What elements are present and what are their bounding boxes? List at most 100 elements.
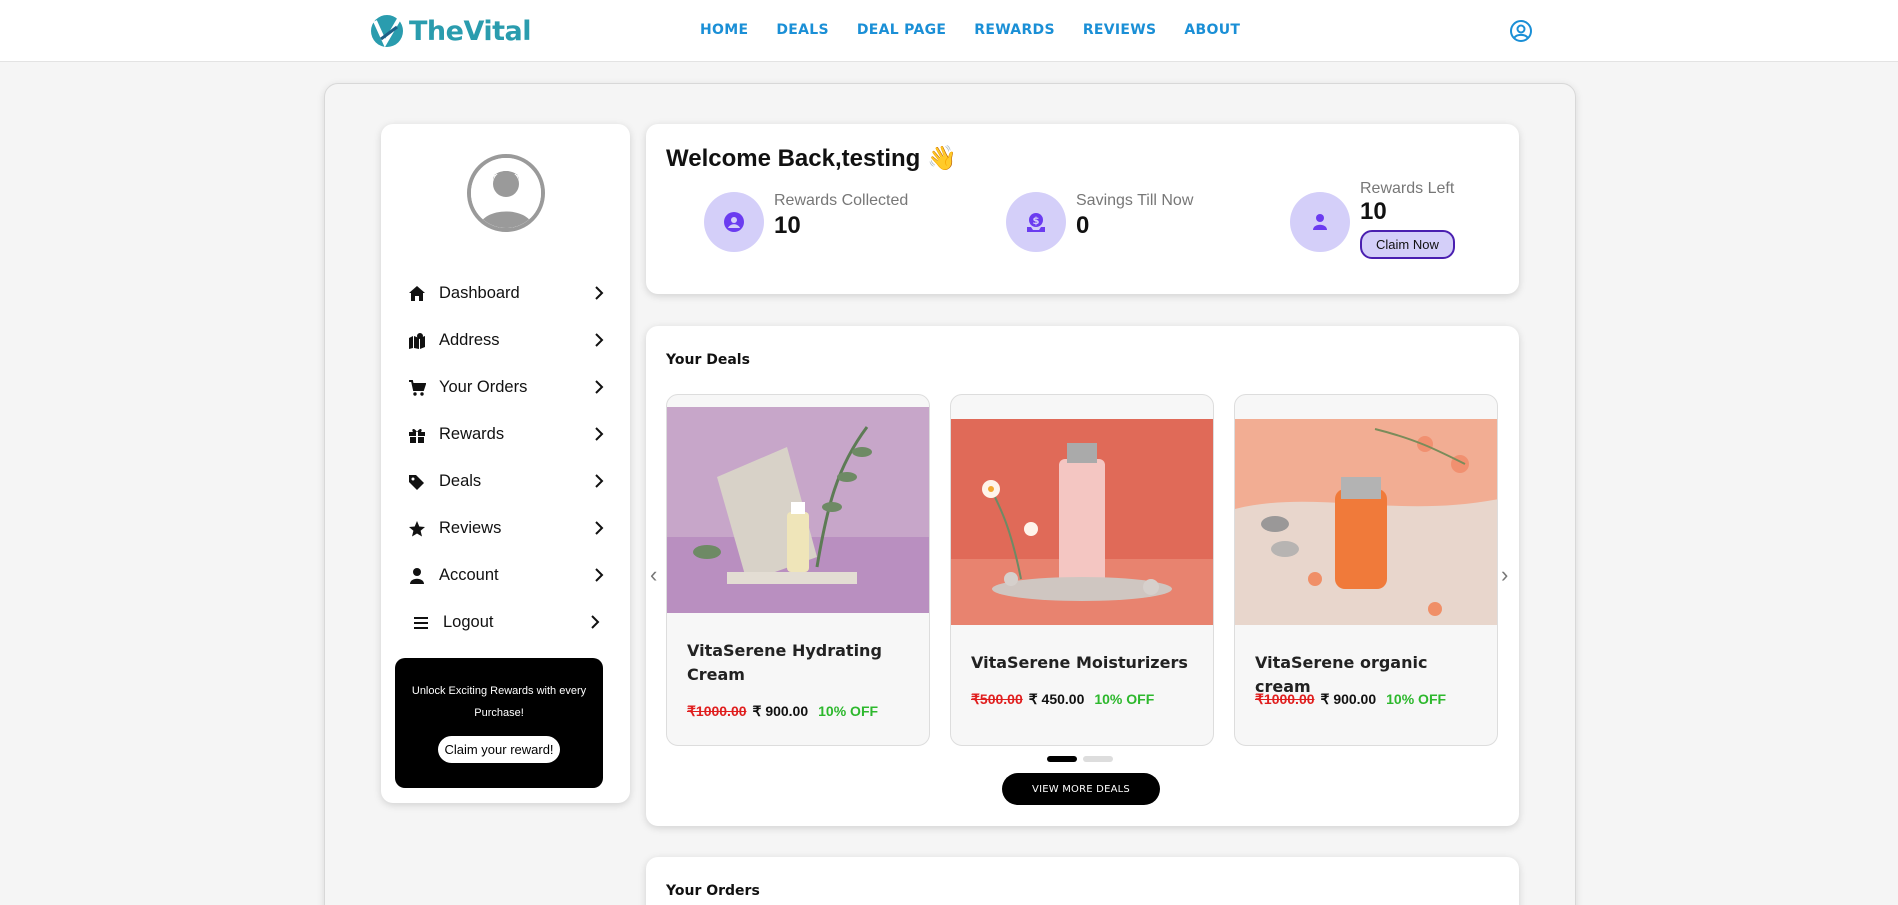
- person-icon: [1313, 214, 1327, 230]
- stat-value: 10: [1360, 198, 1387, 225]
- sidebar-item-logout[interactable]: Logout: [407, 599, 607, 646]
- sidebar-item-label: Your Orders: [439, 378, 528, 396]
- savings-icon: $: [1027, 213, 1045, 232]
- claim-now-button[interactable]: Claim Now: [1360, 230, 1455, 259]
- map-icon: [407, 331, 427, 351]
- stat-icon-circle: [704, 192, 764, 252]
- user-icon: [407, 566, 427, 586]
- brand-logo[interactable]: TheVital: [369, 13, 532, 49]
- deal-price: ₹1000.00 ₹ 900.00 10% OFF: [687, 703, 878, 720]
- carousel-next-arrow[interactable]: ›: [1501, 562, 1508, 588]
- carousel-dots: [1047, 756, 1113, 762]
- nav-about[interactable]: ABOUT: [1184, 22, 1240, 38]
- deal-card[interactable]: VitaSerene Moisturizers ₹500.00 ₹ 450.00…: [950, 394, 1214, 746]
- deal-card[interactable]: VitaSerene organic cream ₹1000.00 ₹ 900.…: [1234, 394, 1498, 746]
- discount-badge: 10% OFF: [818, 703, 879, 719]
- deal-price: ₹500.00 ₹ 450.00 10% OFF: [971, 691, 1154, 708]
- chevron-right-icon: [595, 427, 604, 441]
- discount-badge: 10% OFF: [1386, 691, 1447, 707]
- section-title: Your Orders: [666, 883, 760, 899]
- star-icon: [407, 519, 427, 539]
- chevron-right-icon: [595, 333, 604, 347]
- product-image: [951, 419, 1213, 625]
- sidebar-item-deals[interactable]: Deals: [407, 458, 607, 505]
- product-image: [667, 407, 929, 613]
- carousel-dot[interactable]: [1047, 756, 1077, 762]
- avatar-placeholder-icon: [471, 158, 541, 228]
- cart-icon: [407, 378, 427, 398]
- nav-deal-page[interactable]: DEAL PAGE: [857, 22, 946, 38]
- old-price: ₹1000.00: [1255, 691, 1315, 707]
- old-price: ₹500.00: [971, 691, 1023, 707]
- new-price: ₹ 900.00: [1320, 691, 1377, 707]
- stat-label: Savings Till Now: [1076, 192, 1194, 209]
- nav-reviews[interactable]: REVIEWS: [1083, 22, 1157, 38]
- new-price: ₹ 450.00: [1028, 691, 1085, 707]
- carousel-prev-arrow[interactable]: ‹: [650, 562, 657, 588]
- sidebar-menu: Dashboard Address Your Orders Rewards De…: [407, 270, 607, 646]
- stat-label: Rewards Collected: [774, 192, 909, 209]
- sidebar-item-label: Address: [439, 331, 500, 349]
- brand-name: TheVital: [409, 15, 532, 47]
- stat-icon-circle: $: [1006, 192, 1066, 252]
- sidebar-item-address[interactable]: Address: [407, 317, 607, 364]
- welcome-card: Welcome Back,testing 👋 Rewards Collected…: [646, 124, 1519, 294]
- stat-value: 0: [1076, 212, 1090, 239]
- sidebar-item-account[interactable]: Account: [407, 552, 607, 599]
- avatar: [467, 154, 545, 232]
- sidebar-item-label: Reviews: [439, 519, 502, 537]
- stat-savings: $ Savings Till Now 0: [1006, 192, 1193, 252]
- your-deals-section: Your Deals ‹ › VitaSerene Hydrating Crea…: [646, 326, 1519, 826]
- discount-badge: 10% OFF: [1094, 691, 1155, 707]
- stat-label: Rewards Left: [1360, 180, 1455, 197]
- welcome-title: Welcome Back,testing 👋: [666, 145, 957, 172]
- main-nav: HOME DEALS DEAL PAGE REWARDS REVIEWS ABO…: [700, 22, 1240, 38]
- product-image: [1235, 419, 1497, 625]
- sidebar-item-label: Logout: [443, 613, 494, 631]
- nav-home[interactable]: HOME: [700, 22, 748, 38]
- stat-value: 10: [774, 212, 801, 239]
- sidebar-item-reviews[interactable]: Reviews: [407, 505, 607, 552]
- sidebar-item-label: Rewards: [439, 425, 505, 443]
- user-account-icon[interactable]: [1509, 19, 1533, 43]
- sidebar-item-dashboard[interactable]: Dashboard: [407, 270, 607, 317]
- chevron-right-icon: [595, 568, 604, 582]
- sidebar-item-orders[interactable]: Your Orders: [407, 364, 607, 411]
- section-title: Your Deals: [666, 352, 750, 368]
- tags-icon: [407, 472, 427, 492]
- deal-name: VitaSerene Hydrating Cream: [687, 641, 882, 684]
- sidebar: Dashboard Address Your Orders Rewards De…: [381, 124, 630, 803]
- thevital-logo-icon: [371, 15, 403, 48]
- claim-reward-button[interactable]: Claim your reward!: [438, 736, 560, 763]
- stat-rewards-left: Rewards Left 10 Claim Now: [1290, 180, 1455, 259]
- bars-icon: [411, 613, 431, 633]
- chevron-right-icon: [595, 380, 604, 394]
- chevron-right-icon: [595, 521, 604, 535]
- stat-rewards-collected: Rewards Collected 10: [704, 192, 908, 252]
- reward-badge-icon: [724, 212, 744, 232]
- nav-deals[interactable]: DEALS: [776, 22, 829, 38]
- rewards-promo-box: Unlock Exciting Rewards with every Purch…: [395, 658, 603, 788]
- sidebar-item-rewards[interactable]: Rewards: [407, 411, 607, 458]
- promo-text: Unlock Exciting Rewards with every Purch…: [411, 685, 587, 719]
- chevron-right-icon: [595, 474, 604, 488]
- deal-card[interactable]: VitaSerene Hydrating Cream ₹1000.00 ₹ 90…: [666, 394, 930, 746]
- sidebar-item-label: Account: [439, 566, 499, 584]
- chevron-right-icon: [595, 286, 604, 300]
- top-navbar: TheVital HOME DEALS DEAL PAGE REWARDS RE…: [0, 0, 1898, 62]
- deal-price: ₹1000.00 ₹ 900.00 10% OFF: [1255, 691, 1446, 708]
- chevron-right-icon: [591, 615, 600, 629]
- gift-icon: [407, 425, 427, 445]
- old-price: ₹1000.00: [687, 703, 747, 719]
- deal-name: VitaSerene Moisturizers: [971, 653, 1188, 672]
- sidebar-item-label: Deals: [439, 472, 482, 490]
- carousel-dot[interactable]: [1083, 756, 1113, 762]
- view-more-deals-button[interactable]: VIEW MORE DEALS: [1002, 773, 1160, 805]
- home-icon: [407, 284, 427, 304]
- sidebar-item-label: Dashboard: [439, 284, 520, 302]
- new-price: ₹ 900.00: [752, 703, 809, 719]
- your-orders-section: Your Orders: [646, 857, 1519, 905]
- svg-text:$: $: [1033, 216, 1040, 227]
- stat-icon-circle: [1290, 192, 1350, 252]
- nav-rewards[interactable]: REWARDS: [974, 22, 1055, 38]
